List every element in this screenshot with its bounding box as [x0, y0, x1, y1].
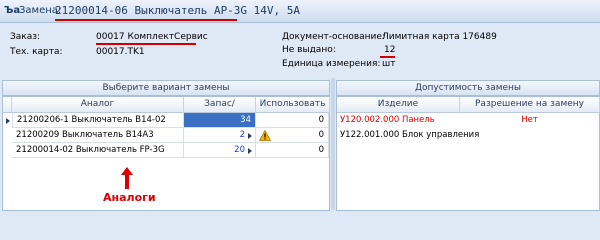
up-arrow-icon [121, 167, 133, 189]
permission-cell[interactable]: Нет [460, 113, 599, 128]
order-label: Заказ: [10, 32, 41, 42]
analog-cell[interactable]: 21200014-02 Выключатель FP-3G [12, 143, 184, 158]
column-header-use[interactable]: Использовать [256, 97, 330, 113]
window-title: 21200014-06 Выключатель AP-3G 14V, 5A [55, 4, 301, 17]
title-underline [55, 19, 237, 21]
stock-cell[interactable]: 20 [184, 143, 256, 158]
techcard-value: 00017.TK1 [96, 47, 145, 57]
stock-cell[interactable]: 34 [184, 113, 256, 128]
permission-cell[interactable] [497, 128, 599, 143]
analogs-annotation: Аналоги [103, 191, 156, 204]
unit-value: шт [382, 59, 396, 69]
stock-cell[interactable]: 2 [184, 128, 256, 143]
not-issued-label: Не выдано: [282, 45, 336, 55]
warning-icon [259, 130, 271, 141]
order-value: 00017 КомплектСервис [96, 32, 208, 42]
column-header-permission[interactable]: Разрешение на замену [460, 97, 600, 113]
not-issued-value: 12 [384, 45, 396, 55]
not-issued-underline [380, 56, 395, 58]
stock-value: 2 [239, 130, 245, 140]
current-row-icon [6, 118, 10, 124]
column-header-row-indicator [3, 97, 12, 113]
column-header-analog[interactable]: Аналог [12, 97, 184, 113]
drilldown-arrow-icon[interactable] [248, 148, 252, 154]
use-cell[interactable]: 0 [256, 113, 329, 128]
use-cell[interactable]: 0 [256, 143, 329, 158]
panel-splitter[interactable] [331, 78, 335, 210]
analogs-grid[interactable]: Аналог Запас/Дефицит Использовать 212002… [2, 96, 330, 211]
validity-grid[interactable]: Изделие Разрешение на замену У120.002.00… [336, 96, 600, 211]
replacement-validity-header: Допустимость замены [336, 80, 600, 96]
analog-cell[interactable]: 21200206-1 Выключатель B14-02 [12, 113, 184, 128]
product-cell[interactable]: У122.001.000 Блок управления [337, 128, 497, 143]
app-icon: Ъа [4, 5, 21, 16]
analog-cell[interactable]: 21200209 Выключатель B14A3 [12, 128, 184, 143]
replacement-variants-header: Выберите вариант замены [2, 80, 330, 96]
column-header-stock[interactable]: Запас/Дефицит [184, 97, 256, 124]
column-header-product[interactable]: Изделие [337, 97, 460, 113]
drilldown-arrow-icon[interactable] [248, 133, 252, 139]
basis-value: Лимитная карта 176489 [382, 32, 497, 42]
stock-value: 20 [234, 145, 245, 155]
product-cell[interactable]: У120.002.000 Панель [337, 113, 460, 128]
unit-label: Единица измерения: [282, 59, 381, 69]
techcard-label: Тех. карта: [10, 47, 63, 57]
order-underline [96, 43, 196, 45]
basis-label: Документ-основание: [282, 32, 385, 42]
